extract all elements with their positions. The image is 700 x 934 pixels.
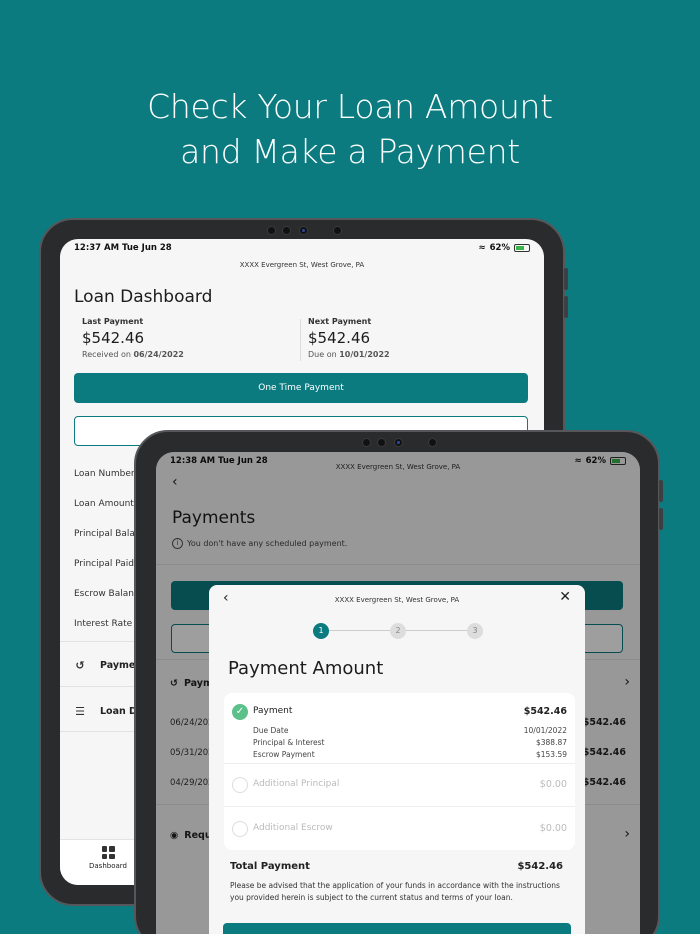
- step-3: 3: [467, 623, 483, 639]
- modal-header: ‹ XXXX Evergreen St, West Grove, PA ✕: [209, 585, 585, 613]
- divider: [300, 319, 301, 361]
- detail-value: $388.87: [535, 738, 567, 747]
- row-principal-balance: Principal Balar: [74, 529, 139, 539]
- last-payment-amount: $542.46: [82, 329, 145, 347]
- continue-button[interactable]: [223, 923, 571, 934]
- menu-payments[interactable]: ↺ Paymen: [74, 659, 142, 672]
- history-icon: ↺: [75, 659, 85, 672]
- wifi-icon: ≈: [478, 243, 486, 253]
- divider: [224, 763, 575, 764]
- disclaimer: Please be advised that the application o…: [230, 881, 560, 902]
- payment-amount: $542.46: [523, 706, 567, 717]
- tab-dashboard[interactable]: Dashboard: [88, 846, 128, 870]
- payment-modal: ‹ XXXX Evergreen St, West Grove, PA ✕ 1 …: [209, 585, 585, 934]
- check-icon[interactable]: ✓: [232, 704, 248, 720]
- list-icon: ☰: [75, 705, 85, 718]
- last-payment-date-value: 06/24/2022: [133, 350, 184, 359]
- next-payment-amount: $542.46: [308, 329, 371, 347]
- additional-principal-amount[interactable]: $0.00: [540, 779, 567, 790]
- volume-button: [659, 508, 663, 530]
- headline: Check Your Loan Amount and Make a Paymen…: [0, 84, 700, 174]
- detail-label: Principal & Interest: [253, 738, 325, 747]
- battery-icon: [514, 244, 530, 252]
- detail-value: $153.59: [535, 750, 567, 759]
- row-principal-paid: Principal Paid: [74, 559, 134, 569]
- detail-value: 10/01/2022: [523, 726, 567, 735]
- status-bar: 12:37 AM Tue Jun 28 ≈ 62%: [60, 239, 544, 257]
- one-time-payment-button[interactable]: One Time Payment: [74, 373, 528, 403]
- battery-percent: 62%: [489, 243, 510, 253]
- camera-icon: [282, 226, 291, 235]
- additional-principal-label: Additional Principal: [253, 779, 340, 789]
- headline-line-1: Check Your Loan Amount: [147, 87, 553, 126]
- row-loan-number: Loan Number: [74, 469, 135, 479]
- additional-escrow-checkbox[interactable]: [232, 821, 248, 837]
- next-payment: Next Payment $542.46 Due on 10/01/2022: [308, 317, 390, 359]
- total-label: Total Payment: [230, 861, 310, 872]
- volume-button: [659, 480, 663, 502]
- last-payment: Last Payment $542.46 Received on 06/24/2…: [82, 317, 184, 359]
- camera-icon: [428, 438, 437, 447]
- next-payment-date: Due on 10/01/2022: [308, 350, 390, 359]
- tab-dashboard-label: Dashboard: [89, 862, 127, 870]
- camera-icon: [362, 438, 371, 447]
- step-2: 2: [390, 623, 406, 639]
- row-loan-amount: Loan Amount: [74, 499, 134, 509]
- headline-line-2: and Make a Payment: [180, 132, 520, 171]
- stepper: 1 2 3: [313, 623, 483, 639]
- step-connector: [329, 630, 390, 631]
- amount-card: ✓ Payment $542.46 Due Date 10/01/2022 Pr…: [224, 693, 575, 850]
- row-interest-rate: Interest Rate: [74, 619, 133, 629]
- last-payment-date: Received on 06/24/2022: [82, 350, 184, 359]
- detail-label: Due Date: [253, 726, 289, 735]
- property-address: XXXX Evergreen St, West Grove, PA: [239, 261, 365, 269]
- step-connector: [406, 630, 467, 631]
- next-payment-date-prefix: Due on: [308, 350, 340, 359]
- camera-icon: [267, 226, 276, 235]
- payment-label: Payment: [253, 706, 293, 716]
- camera-lens-icon: [299, 226, 308, 235]
- additional-escrow-amount[interactable]: $0.00: [540, 823, 567, 834]
- last-payment-label: Last Payment: [82, 317, 144, 326]
- next-payment-date-value: 10/01/2022: [339, 350, 390, 359]
- step-1: 1: [313, 623, 329, 639]
- total-amount: $542.46: [517, 861, 563, 872]
- divider: [224, 806, 575, 807]
- camera-lens-icon: [394, 438, 403, 447]
- last-payment-date-prefix: Received on: [82, 350, 134, 359]
- volume-button: [564, 268, 568, 290]
- camera-icon: [377, 438, 386, 447]
- modal-address: XXXX Evergreen St, West Grove, PA: [334, 596, 460, 604]
- detail-label: Escrow Payment: [253, 750, 315, 759]
- modal-title: Payment Amount: [228, 658, 384, 679]
- next-payment-label: Next Payment: [308, 317, 372, 326]
- row-escrow-balance: Escrow Balanc: [74, 589, 139, 599]
- close-icon[interactable]: ✕: [559, 589, 571, 605]
- additional-escrow-label: Additional Escrow: [253, 823, 333, 833]
- menu-loan-details[interactable]: ☰ Loan De: [74, 705, 143, 718]
- status-time: 12:37 AM Tue Jun 28: [74, 243, 172, 253]
- camera-icon: [333, 226, 342, 235]
- volume-button: [564, 296, 568, 318]
- page-title: Loan Dashboard: [74, 287, 213, 307]
- additional-principal-checkbox[interactable]: [232, 777, 248, 793]
- dashboard-icon: [101, 846, 115, 859]
